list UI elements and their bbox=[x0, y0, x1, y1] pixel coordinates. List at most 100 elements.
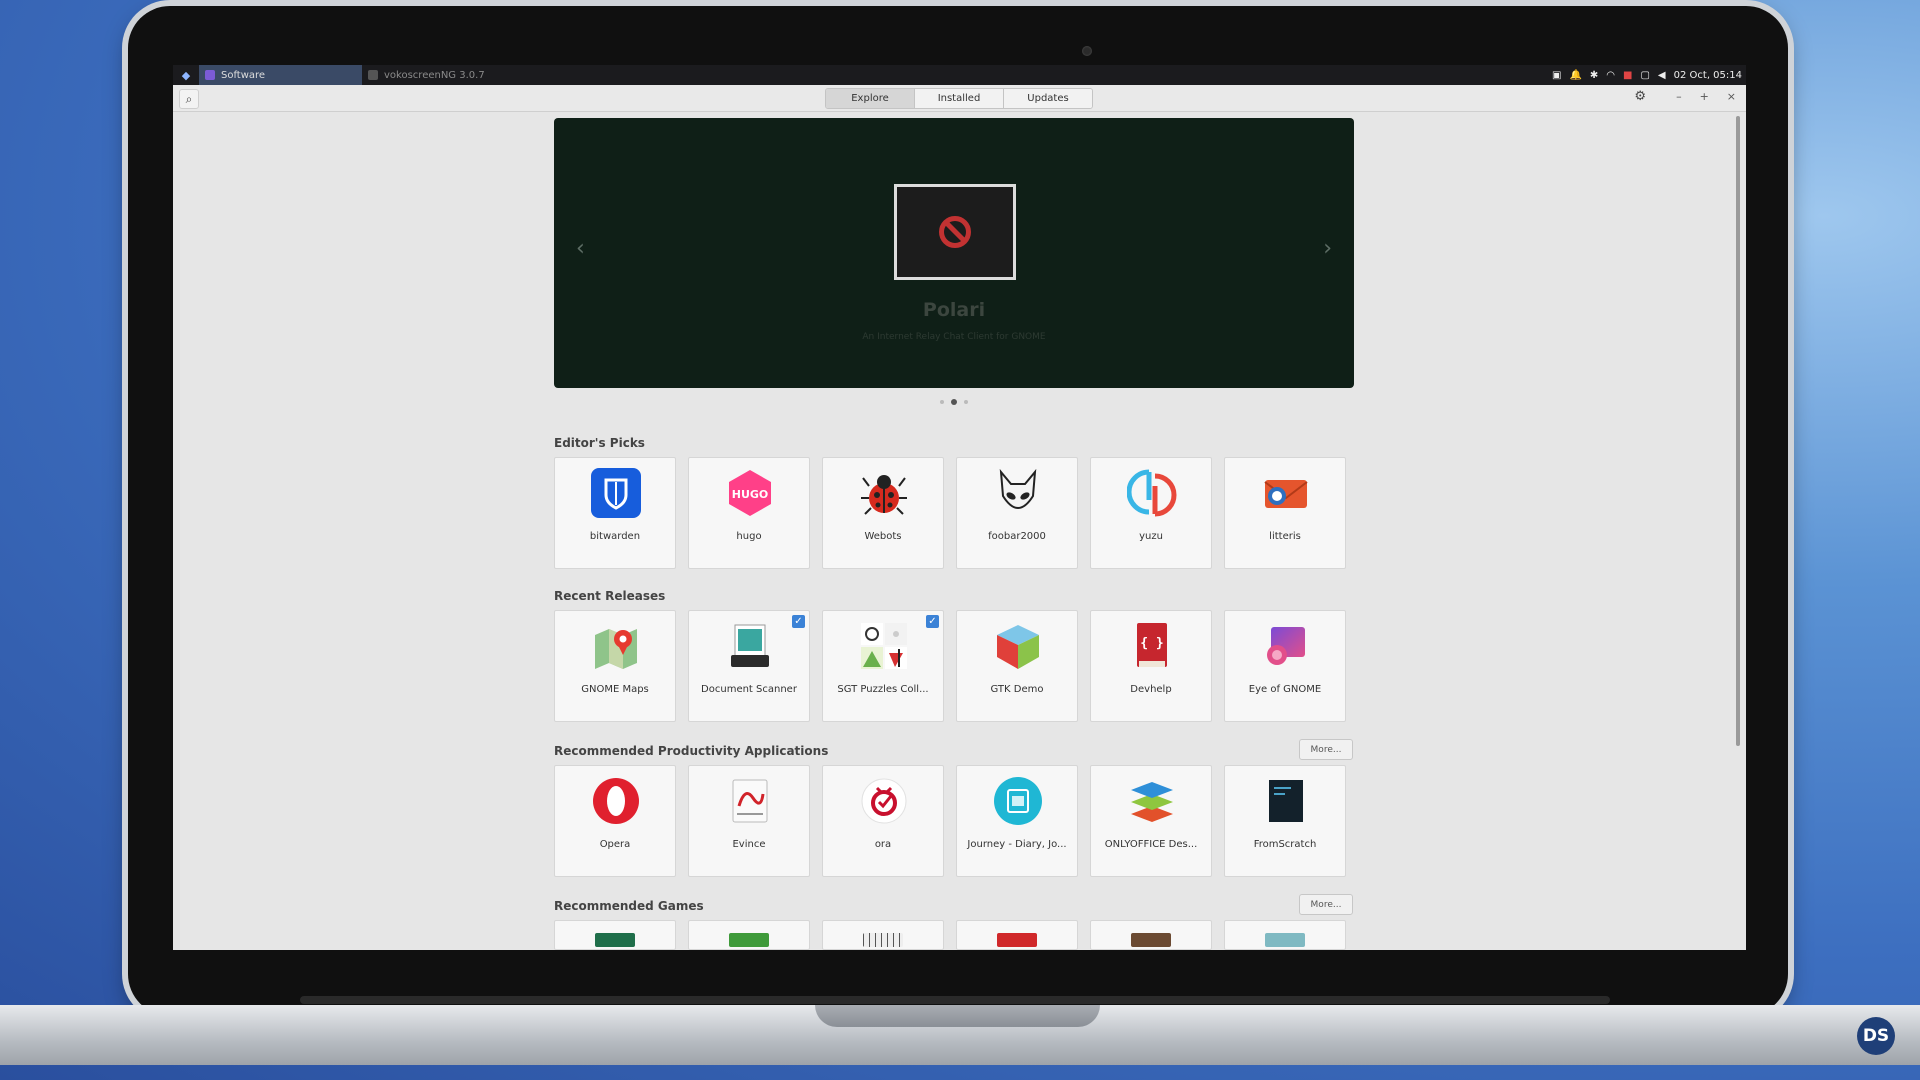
task-label: vokoscreenNG 3.0.7 bbox=[384, 69, 485, 81]
app-tile-opera[interactable]: Opera bbox=[554, 765, 676, 877]
app-tile-ora[interactable]: ora bbox=[822, 765, 944, 877]
app-tile-gnome-maps[interactable]: GNOME Maps bbox=[554, 610, 676, 722]
clock[interactable]: 02 Oct, 05:14 bbox=[1674, 70, 1742, 81]
app-tile-eye-of-gnome[interactable]: Eye of GNOME bbox=[1224, 610, 1346, 722]
volume-icon[interactable]: ◀ bbox=[1658, 70, 1666, 81]
more-button-productivity[interactable]: More... bbox=[1299, 739, 1353, 760]
alien-icon bbox=[993, 468, 1043, 518]
carousel-dot-active[interactable] bbox=[951, 399, 957, 405]
app-tile-document-scanner[interactable]: ✓ Document Scanner bbox=[688, 610, 810, 722]
ora-icon bbox=[859, 776, 909, 826]
app-tile-label: ora bbox=[874, 839, 892, 850]
app-tile-hugo[interactable]: HUGO hugo bbox=[688, 457, 810, 569]
productivity-row: Opera Evince ora Journey - Diary, Jo... bbox=[554, 765, 1346, 877]
puzzles-icon bbox=[859, 621, 909, 671]
app-tile-label: litteris bbox=[1269, 531, 1301, 542]
maps-icon bbox=[591, 621, 641, 671]
carousel-dots bbox=[940, 399, 968, 405]
app-tile-litteris[interactable]: litteris bbox=[1224, 457, 1346, 569]
app-tile-journey[interactable]: Journey - Diary, Jo... bbox=[956, 765, 1078, 877]
more-button-games[interactable]: More... bbox=[1299, 894, 1353, 915]
section-title-games: Recommended Games bbox=[554, 899, 704, 913]
yuzu-icon bbox=[1127, 468, 1177, 518]
app-tile-label: FromScratch bbox=[1253, 839, 1317, 850]
missing-icon bbox=[939, 216, 971, 248]
taskbar-item-vokoscreen[interactable]: vokoscreenNG 3.0.7 bbox=[362, 65, 495, 85]
game-tile[interactable] bbox=[1090, 920, 1212, 950]
laptop-hinge bbox=[300, 996, 1610, 1004]
ladybug-icon bbox=[859, 468, 909, 518]
scrollbar[interactable] bbox=[1736, 116, 1740, 746]
app-tile-label: yuzu bbox=[1139, 531, 1163, 542]
view-switcher: Explore Installed Updates bbox=[825, 88, 1093, 109]
next-arrow-icon[interactable]: › bbox=[1323, 236, 1332, 261]
app-launcher-icon[interactable]: ◆ bbox=[173, 65, 199, 85]
close-icon[interactable]: × bbox=[1727, 90, 1736, 103]
svg-text:{ }: { } bbox=[1140, 636, 1163, 651]
editors-picks-row: bitwarden HUGO hugo Webots foobar2000 yu… bbox=[554, 457, 1346, 569]
prev-arrow-icon[interactable]: ‹ bbox=[576, 236, 585, 261]
app-tile-gtk-demo[interactable]: GTK Demo bbox=[956, 610, 1078, 722]
game-icon bbox=[1131, 933, 1171, 947]
carousel-dot[interactable] bbox=[964, 400, 968, 404]
minimize-icon[interactable]: – bbox=[1676, 90, 1682, 103]
software-app-icon bbox=[205, 70, 215, 80]
app-tile-label: SGT Puzzles Coll... bbox=[837, 684, 929, 695]
explore-page: ‹ › Polari An Internet Relay Chat Client… bbox=[173, 112, 1746, 950]
app-tile-bitwarden[interactable]: bitwarden bbox=[554, 457, 676, 569]
app-tile-label: Document Scanner bbox=[701, 684, 797, 695]
notification-bell-icon[interactable]: 🔔 bbox=[1569, 70, 1581, 81]
app-tile-fromscratch[interactable]: FromScratch bbox=[1224, 765, 1346, 877]
app-tile-label: Journey - Diary, Jo... bbox=[967, 839, 1067, 850]
app-tile-label: hugo bbox=[736, 531, 762, 542]
channel-badge: DS bbox=[1857, 1017, 1895, 1055]
app-tile-webots[interactable]: Webots bbox=[822, 457, 944, 569]
carousel-dot[interactable] bbox=[940, 400, 944, 404]
featured-app-description: An Internet Relay Chat Client for GNOME bbox=[862, 332, 1046, 342]
installed-checkmark-icon: ✓ bbox=[926, 615, 939, 628]
featured-banner[interactable]: ‹ › Polari An Internet Relay Chat Client… bbox=[554, 118, 1354, 388]
opera-icon bbox=[591, 776, 641, 826]
tab-explore[interactable]: Explore bbox=[826, 89, 915, 108]
search-icon[interactable]: ⌕ bbox=[179, 89, 199, 109]
game-tile[interactable] bbox=[554, 920, 676, 950]
app-tile-foobar2000[interactable]: foobar2000 bbox=[956, 457, 1078, 569]
clipboard-icon[interactable]: ▣ bbox=[1552, 70, 1561, 81]
app-tile-sgt-puzzles[interactable]: ✓ SGT Puzzles Coll... bbox=[822, 610, 944, 722]
system-tray: ▣ 🔔 ✱ ◠ ■ ▢ ◀ 02 Oct, 05:14 bbox=[1552, 65, 1742, 85]
game-tile[interactable] bbox=[1224, 920, 1346, 950]
featured-app-name: Polari bbox=[922, 299, 986, 321]
app-tile-label: Webots bbox=[864, 531, 902, 542]
gear-icon[interactable]: ⚙ bbox=[1634, 89, 1646, 104]
game-tile[interactable] bbox=[822, 920, 944, 950]
app-tile-yuzu[interactable]: yuzu bbox=[1090, 457, 1212, 569]
section-title-editors-picks: Editor's Picks bbox=[554, 436, 645, 450]
bluetooth-icon[interactable]: ✱ bbox=[1590, 70, 1598, 81]
task-label: Software bbox=[221, 69, 266, 81]
taskbar-item-software[interactable]: Software bbox=[199, 65, 362, 85]
tab-installed[interactable]: Installed bbox=[915, 89, 1004, 108]
record-icon[interactable]: ■ bbox=[1623, 70, 1632, 81]
screen: ◆ Software vokoscreenNG 3.0.7 ▣ 🔔 ✱ ◠ ■ … bbox=[173, 65, 1746, 950]
section-title-recent-releases: Recent Releases bbox=[554, 589, 666, 603]
onlyoffice-icon bbox=[1127, 776, 1177, 826]
app-tile-onlyoffice[interactable]: ONLYOFFICE Des... bbox=[1090, 765, 1212, 877]
game-icon bbox=[997, 933, 1037, 947]
laptop-notch bbox=[815, 1005, 1100, 1027]
scanner-icon bbox=[725, 621, 775, 671]
game-tile[interactable] bbox=[688, 920, 810, 950]
image-viewer-icon bbox=[1261, 621, 1311, 671]
app-tile-evince[interactable]: Evince bbox=[688, 765, 810, 877]
tab-updates[interactable]: Updates bbox=[1004, 89, 1092, 108]
game-tile[interactable] bbox=[956, 920, 1078, 950]
journey-icon bbox=[993, 776, 1043, 826]
app-tile-label: foobar2000 bbox=[988, 531, 1046, 542]
litteris-icon bbox=[1261, 468, 1311, 518]
lock-icon[interactable]: ▢ bbox=[1640, 70, 1649, 81]
devhelp-icon: { } bbox=[1127, 621, 1177, 671]
app-tile-devhelp[interactable]: { } Devhelp bbox=[1090, 610, 1212, 722]
recent-releases-row: GNOME Maps ✓ Document Scanner ✓ SGT Puzz… bbox=[554, 610, 1346, 722]
maximize-icon[interactable]: + bbox=[1700, 90, 1709, 103]
wifi-icon[interactable]: ◠ bbox=[1606, 70, 1615, 81]
app-tile-label: GNOME Maps bbox=[581, 684, 649, 695]
